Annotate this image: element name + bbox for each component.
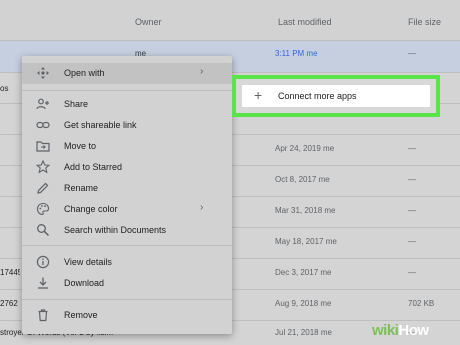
file-size-column-header[interactable]: File size: [408, 17, 441, 27]
file-size: —: [408, 175, 416, 184]
menu-item-change-color[interactable]: Change color ›: [22, 199, 232, 220]
context-menu: Open with › Share Get shareable link Mov…: [22, 56, 232, 334]
chevron-right-icon: ›: [200, 202, 204, 213]
watermark-wiki: wiki: [372, 322, 399, 339]
menu-item-label: Download: [64, 278, 105, 288]
watermark-how: How: [398, 322, 429, 339]
menu-item-add-starred[interactable]: Add to Starred: [22, 157, 232, 178]
menu-item-label: Search within Documents: [64, 225, 167, 235]
wikihow-watermark: wikiHow: [372, 322, 456, 342]
menu-item-search-within[interactable]: Search within Documents: [22, 220, 232, 241]
file-last-modified: 3:11 PM me: [275, 49, 318, 58]
palette-icon: [36, 202, 50, 216]
open-with-icon: [36, 66, 50, 80]
menu-item-get-link[interactable]: Get shareable link: [22, 115, 232, 136]
menu-item-view-details[interactable]: View details: [22, 252, 232, 273]
file-name: 2762: [0, 299, 18, 308]
menu-item-share[interactable]: Share: [22, 94, 232, 115]
menu-item-label: Remove: [64, 310, 98, 320]
file-last-modified: Mar 31, 2018 me: [275, 206, 336, 215]
menu-divider: [22, 299, 232, 300]
connect-more-apps-item[interactable]: + Connect more apps: [242, 85, 430, 107]
share-person-icon: [36, 97, 50, 111]
menu-divider: [22, 245, 232, 246]
connect-more-apps-label: Connect more apps: [278, 91, 357, 101]
open-with-submenu: + Connect more apps: [232, 75, 440, 117]
chevron-right-icon: ›: [200, 66, 204, 77]
menu-item-open-with[interactable]: Open with ›: [22, 63, 232, 84]
file-last-modified: Apr 24, 2019 me: [275, 144, 335, 153]
file-last-modified: Oct 8, 2017 me: [275, 175, 330, 184]
file-last-modified: Jul 21, 2018 me: [275, 328, 332, 337]
menu-item-label: Add to Starred: [64, 162, 123, 172]
last-modified-column-header[interactable]: Last modified: [278, 17, 332, 27]
file-size: —: [408, 206, 416, 215]
file-size: —: [408, 268, 416, 277]
link-icon: [36, 118, 50, 132]
trash-icon: [36, 308, 50, 322]
file-last-modified: Dec 3, 2017 me: [275, 268, 332, 277]
menu-item-label: Move to: [64, 141, 97, 151]
menu-item-label: Rename: [64, 183, 99, 193]
info-icon: [36, 255, 50, 269]
menu-item-label: Open with: [64, 68, 105, 78]
file-last-modified: Aug 9, 2018 me: [275, 299, 332, 308]
menu-item-label: Share: [64, 99, 89, 109]
menu-item-remove[interactable]: Remove: [22, 305, 232, 326]
menu-item-label: View details: [64, 257, 112, 267]
file-size: 702 KB: [408, 299, 435, 308]
file-last-modified: May 18, 2017 me: [275, 237, 337, 246]
search-icon: [36, 223, 50, 237]
file-name: os: [0, 84, 9, 93]
menu-item-download[interactable]: Download: [22, 273, 232, 294]
drive-page: Owner Last modified File size me 3:11 PM…: [0, 0, 460, 345]
menu-divider: [22, 90, 232, 91]
menu-item-rename[interactable]: Rename: [22, 178, 232, 199]
pencil-icon: [36, 181, 50, 195]
file-size: —: [408, 237, 416, 246]
menu-item-move-to[interactable]: Move to: [22, 136, 232, 157]
file-name: 17445: [0, 268, 20, 277]
owner-column-header[interactable]: Owner: [135, 17, 162, 27]
star-icon: [36, 160, 50, 174]
plus-icon: +: [254, 87, 263, 103]
file-size: —: [408, 49, 416, 58]
move-to-folder-icon: [36, 139, 50, 153]
download-icon: [36, 276, 50, 290]
menu-item-label: Change color: [64, 204, 118, 214]
menu-item-label: Get shareable link: [64, 120, 137, 130]
file-list-header: Owner Last modified File size: [0, 0, 460, 41]
